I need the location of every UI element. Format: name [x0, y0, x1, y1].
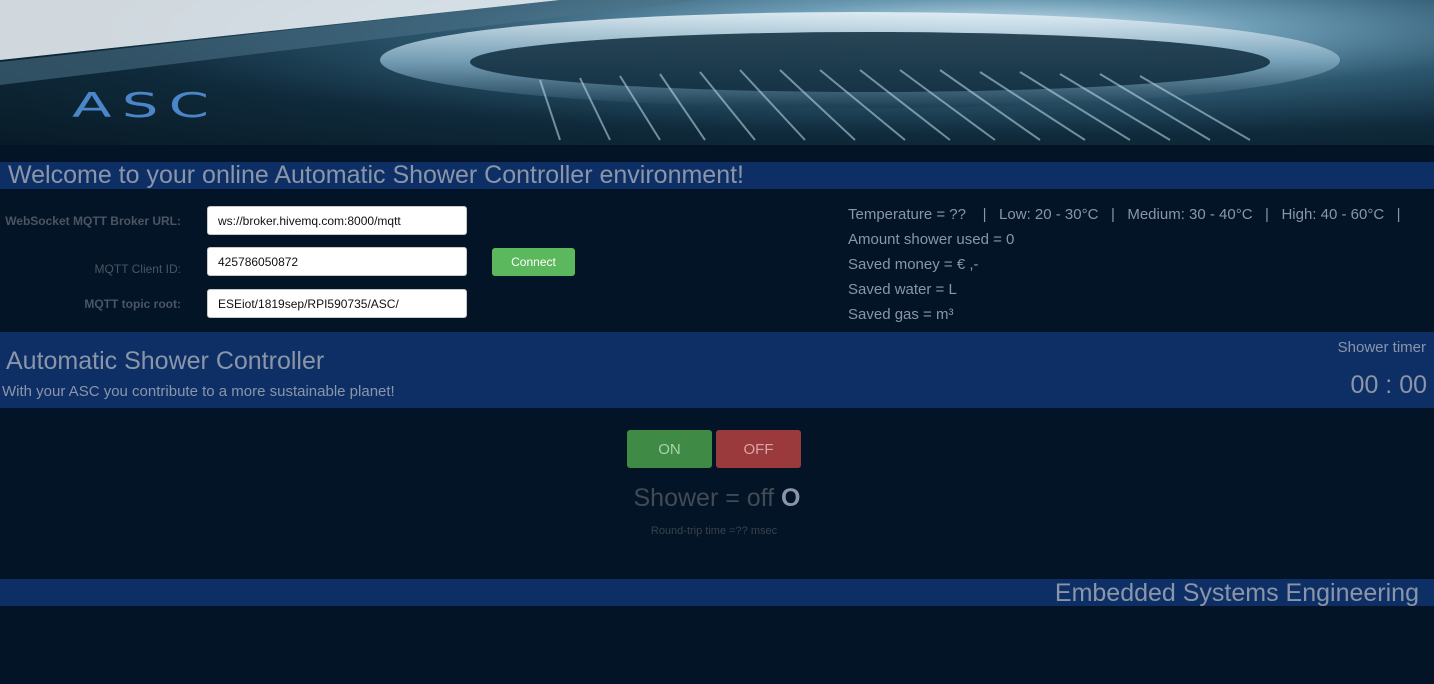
client-id-input[interactable] [207, 247, 467, 276]
saved-gas: Saved gas = m³ [848, 306, 954, 323]
saved-water: Saved water = L [848, 281, 957, 298]
round-trip-time: Round-trip time =?? msec [650, 525, 778, 537]
spacer [0, 145, 1434, 162]
shower-stats: Temperature = ?? | Low: 20 - 30°C | Medi… [848, 204, 1401, 329]
footer-bar: Embedded Systems Engineering [0, 579, 1434, 607]
welcome-title: Welcome to your online Automatic Shower … [0, 162, 1434, 189]
shower-off-button[interactable]: OFF [716, 430, 801, 468]
shower-on-button[interactable]: ON [627, 430, 712, 468]
controller-title: Automatic Shower Controller [6, 347, 325, 375]
connect-button[interactable]: Connect [492, 248, 575, 276]
client-id-label: MQTT Client ID: [94, 262, 181, 276]
asc-logo: ASC [72, 86, 220, 126]
shower-status-text: Shower = off [633, 484, 782, 512]
saved-money: Saved money = € ,- [848, 256, 979, 273]
amount-shower-used: Amount shower used = 0 [848, 231, 1015, 248]
topic-root-input[interactable] [207, 289, 467, 318]
controller-subtitle: With your ASC you contribute to a more s… [2, 383, 395, 400]
broker-url-input[interactable] [207, 206, 467, 235]
footer-text: Embedded Systems Engineering [1054, 579, 1419, 607]
shower-timer-label: Shower timer [1337, 339, 1426, 356]
topic-root-label: MQTT topic root: [84, 297, 181, 311]
temperature-readout: Temperature = ?? | Low: 20 - 30°C | Medi… [848, 206, 1401, 223]
header-banner: ASC [0, 0, 1434, 145]
controller-bar: Automatic Shower Controller With your AS… [0, 332, 1434, 408]
shower-status-symbol: O [781, 484, 801, 512]
broker-url-label: WebSocket MQTT Broker URL: [5, 214, 181, 228]
shower-timer-value: 00 : 00 [1350, 371, 1427, 399]
shower-status: Shower = off O [0, 484, 1434, 513]
